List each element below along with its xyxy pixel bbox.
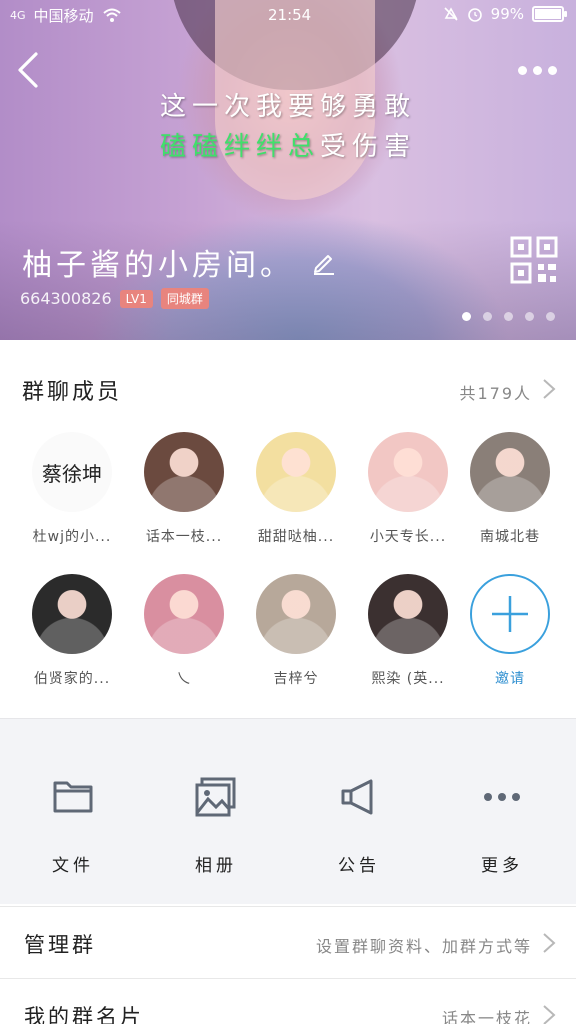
more-options-button[interactable]: [518, 60, 562, 80]
tool-label: 文件: [52, 856, 94, 876]
member-item[interactable]: 伯贤家的...: [16, 574, 128, 688]
member-name: 杜wj的小...: [32, 529, 112, 545]
qr-code-icon[interactable]: [510, 236, 558, 284]
group-meta: 664300826 LV1 同城群: [20, 288, 209, 309]
avatar: [256, 432, 336, 512]
dot-icon: [548, 65, 557, 75]
avatar-text: 蔡徐坤: [42, 461, 102, 486]
member-item[interactable]: 甜甜哒柚...: [240, 432, 352, 546]
avatar: [32, 574, 112, 654]
my-group-card-title: 我的群名片: [24, 1005, 144, 1024]
members-count: 共179人: [459, 384, 532, 403]
tool-files[interactable]: 文件: [1, 775, 145, 876]
banner-lyric-highlight: 磕磕绊绊总: [159, 132, 320, 162]
member-item[interactable]: 话本一枝...: [128, 432, 240, 546]
avatar: [368, 432, 448, 512]
member-name: 邀请: [495, 671, 525, 687]
album-icon: [195, 777, 236, 817]
page-dot: [546, 312, 555, 321]
group-tools: 文件 相册 公告 更多: [0, 718, 576, 904]
manage-group-title: 管理群: [24, 933, 96, 957]
plus-icon: [470, 574, 550, 654]
wifi-icon: [102, 8, 121, 22]
chevron-right-icon: [543, 1005, 556, 1024]
tool-label: 公告: [338, 856, 380, 876]
manage-group-value: 设置群聊资料、加群方式等: [315, 937, 532, 956]
clock: 21:54: [268, 6, 312, 24]
chevron-right-icon: [543, 379, 556, 399]
member-item[interactable]: 蔡徐坤杜wj的小...: [16, 432, 128, 546]
tool-label: 更多: [481, 856, 523, 876]
level-badge: LV1: [119, 289, 153, 308]
tool-announcement[interactable]: 公告: [287, 775, 431, 876]
member-name: 甜甜哒柚...: [257, 529, 335, 545]
member-name: 乀: [176, 671, 192, 687]
more-dots-icon: [484, 793, 520, 801]
tool-album[interactable]: 相册: [144, 775, 288, 876]
group-id: 664300826: [20, 289, 112, 308]
members-title: 群聊成员: [22, 380, 123, 405]
group-name-row: 柚子酱的小房间。: [22, 240, 338, 284]
banner-lyric-rest: 受伤害: [320, 132, 417, 162]
my-group-card-row[interactable]: 我的群名片 话本一枝花: [0, 978, 576, 1024]
alarm-icon: [467, 8, 482, 22]
banner-lyric-line-1: 这一次我要够勇敢: [159, 92, 416, 122]
dot-icon: [533, 65, 542, 75]
member-item[interactable]: 乀: [128, 574, 240, 688]
manage-group-row[interactable]: 管理群 设置群聊资料、加群方式等: [0, 906, 576, 978]
announcement-icon: [341, 779, 373, 815]
battery-icon: [532, 6, 567, 22]
members-header[interactable]: 群聊成员 共179人: [0, 340, 576, 430]
status-bar: 4G 中国移动 21:54 99%: [0, 0, 576, 30]
chevron-left-icon: [18, 52, 38, 88]
group-header-banner: 4G 中国移动 21:54 99% 这一次我要够勇敢 磕磕绊绊总受伤害 柚子酱的…: [0, 0, 576, 340]
my-group-card-value: 话本一枝花: [441, 1009, 532, 1024]
group-name: 柚子酱的小房间。: [22, 248, 294, 283]
page-dot: [504, 312, 513, 321]
signal-indicator: 4G: [10, 8, 26, 22]
member-name: 伯贤家的...: [33, 671, 111, 687]
tool-more[interactable]: 更多: [430, 775, 574, 876]
member-item[interactable]: 小天专长...: [352, 432, 464, 546]
mute-icon: [444, 7, 458, 21]
avatar: [470, 432, 550, 512]
banner-page-indicator: [462, 312, 555, 321]
banner-lyric-line-2: 磕磕绊绊总受伤害: [0, 126, 576, 163]
member-name: 话本一枝...: [145, 529, 223, 545]
avatar: [256, 574, 336, 654]
member-item[interactable]: 吉梓兮: [240, 574, 352, 688]
member-item[interactable]: 南城北巷: [454, 432, 566, 546]
member-name: 小天专长...: [369, 529, 447, 545]
member-name: 南城北巷: [480, 529, 540, 545]
member-item[interactable]: 熙染 (英...: [352, 574, 464, 688]
dot-icon: [518, 65, 527, 75]
avatar: [144, 432, 224, 512]
battery-percent: 99%: [490, 5, 524, 23]
page-dot: [525, 312, 534, 321]
avatar: [368, 574, 448, 654]
avatar: [144, 574, 224, 654]
member-name: 熙染 (英...: [371, 671, 445, 687]
page-dot: [462, 312, 471, 321]
edit-pencil-icon[interactable]: [310, 248, 338, 276]
page-dot: [483, 312, 492, 321]
folder-icon: [53, 781, 93, 813]
back-button[interactable]: [12, 50, 48, 90]
avatar: 蔡徐坤: [32, 432, 112, 512]
member-name: 吉梓兮: [273, 671, 319, 687]
invite-member-button[interactable]: 邀请: [454, 574, 566, 688]
chevron-right-icon: [543, 933, 556, 953]
category-badge: 同城群: [160, 288, 209, 309]
carrier-name: 中国移动: [33, 6, 94, 25]
tool-label: 相册: [195, 856, 237, 876]
